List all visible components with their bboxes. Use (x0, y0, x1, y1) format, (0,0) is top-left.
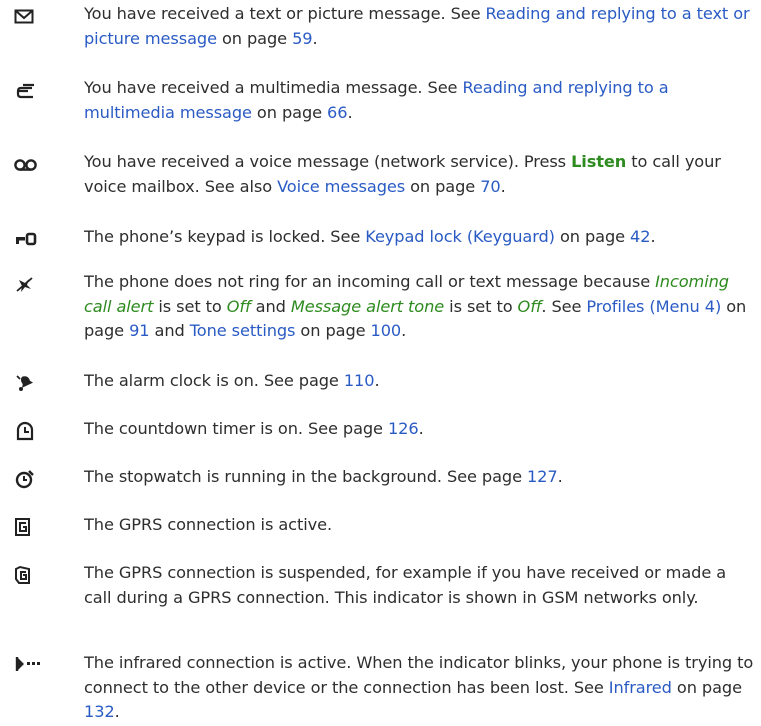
cross-reference-link[interactable]: Profiles (Menu 4) (586, 297, 721, 316)
text-run: on page (554, 227, 631, 246)
text-run: . (500, 176, 506, 196)
stopwatch-icon (14, 469, 40, 489)
text-run: You have received a voice message (netwo… (84, 152, 572, 171)
text-run: . (650, 227, 656, 246)
gprs-suspended-icon (14, 565, 40, 585)
text-run: on page (216, 28, 293, 48)
text-run: The countdown timer is on. See page (84, 419, 388, 438)
cross-reference-link[interactable]: 127 (527, 467, 558, 486)
countdown-timer-icon (14, 421, 40, 441)
cross-reference-link[interactable]: 59 (292, 29, 313, 48)
silent-icon (14, 276, 40, 296)
voice-message-icon (14, 158, 40, 178)
emphasis-text: Message alert tone (290, 296, 445, 316)
indicator-description: The infrared connection is active. When … (84, 651, 754, 725)
text-run: . (312, 28, 318, 48)
cross-reference-link[interactable]: 110 (344, 371, 375, 390)
text-run: is set to (153, 296, 227, 316)
indicator-description: The alarm clock is on. See page 110. (84, 369, 754, 394)
emphasis-text: Listen (571, 152, 627, 171)
text-run: The GPRS connection is active. (84, 515, 332, 534)
text-run: . (557, 467, 563, 486)
gprs-active-icon (14, 517, 40, 537)
alarm-clock-icon (14, 373, 40, 393)
text-run: is set to (444, 296, 518, 316)
cross-reference-link[interactable]: Keypad lock (Keyguard) (365, 227, 555, 246)
text-run: The GPRS connection is suspended, for ex… (84, 563, 727, 607)
cross-reference-link[interactable]: Infrared (609, 678, 672, 697)
text-run: The alarm clock is on. See page (84, 371, 344, 390)
text-run: . (374, 371, 380, 390)
text-run: on page (671, 677, 742, 697)
cross-reference-link[interactable]: Voice messages (277, 177, 405, 196)
text-run: and (149, 321, 190, 340)
indicator-description: You have received a multimedia message. … (84, 76, 754, 125)
indicator-description: You have received a text or picture mess… (84, 2, 754, 51)
cross-reference-link[interactable]: 91 (129, 321, 150, 340)
envelope-icon (14, 8, 40, 28)
cross-reference-link[interactable]: Tone settings (190, 321, 296, 340)
cross-reference-link[interactable]: 126 (388, 419, 419, 438)
emphasis-text: Off (517, 296, 542, 316)
multimedia-message-icon (14, 82, 40, 102)
cross-reference-link[interactable]: 132 (84, 702, 115, 721)
indicator-description: You have received a voice message (netwo… (84, 150, 754, 199)
cross-reference-link[interactable]: 100 (371, 321, 402, 340)
text-run: The phone does not ring for an incoming … (84, 272, 656, 291)
cross-reference-link[interactable]: 42 (630, 227, 651, 246)
text-run: . (114, 702, 120, 721)
indicator-description: The stopwatch is running in the backgrou… (84, 465, 754, 490)
indicator-description: The countdown timer is on. See page 126. (84, 417, 754, 442)
keypad-lock-icon (14, 231, 40, 251)
text-run: on page (251, 102, 328, 122)
text-run: . (347, 102, 353, 122)
cross-reference-link[interactable]: 66 (327, 103, 348, 122)
text-run: . (401, 321, 407, 340)
text-run: . (418, 419, 424, 438)
cross-reference-link[interactable]: 70 (480, 177, 501, 196)
indicator-description: The phone does not ring for an incoming … (84, 270, 754, 344)
text-run: You have received a multimedia message. … (84, 78, 463, 97)
text-run: You have received a text or picture mess… (84, 4, 486, 23)
text-run: on page (295, 321, 371, 340)
indicator-description: The GPRS connection is suspended, for ex… (84, 561, 754, 610)
text-run: . See (541, 296, 587, 316)
infrared-icon (14, 655, 40, 675)
indicator-description: The GPRS connection is active. (84, 513, 754, 538)
text-run: on page (405, 176, 481, 196)
emphasis-text: Off (226, 296, 251, 316)
text-run: and (250, 296, 291, 316)
indicator-description: The phone’s keypad is locked. See Keypad… (84, 225, 754, 250)
text-run: The stopwatch is running in the backgrou… (84, 467, 527, 486)
text-run: The phone’s keypad is locked. See (84, 227, 366, 246)
